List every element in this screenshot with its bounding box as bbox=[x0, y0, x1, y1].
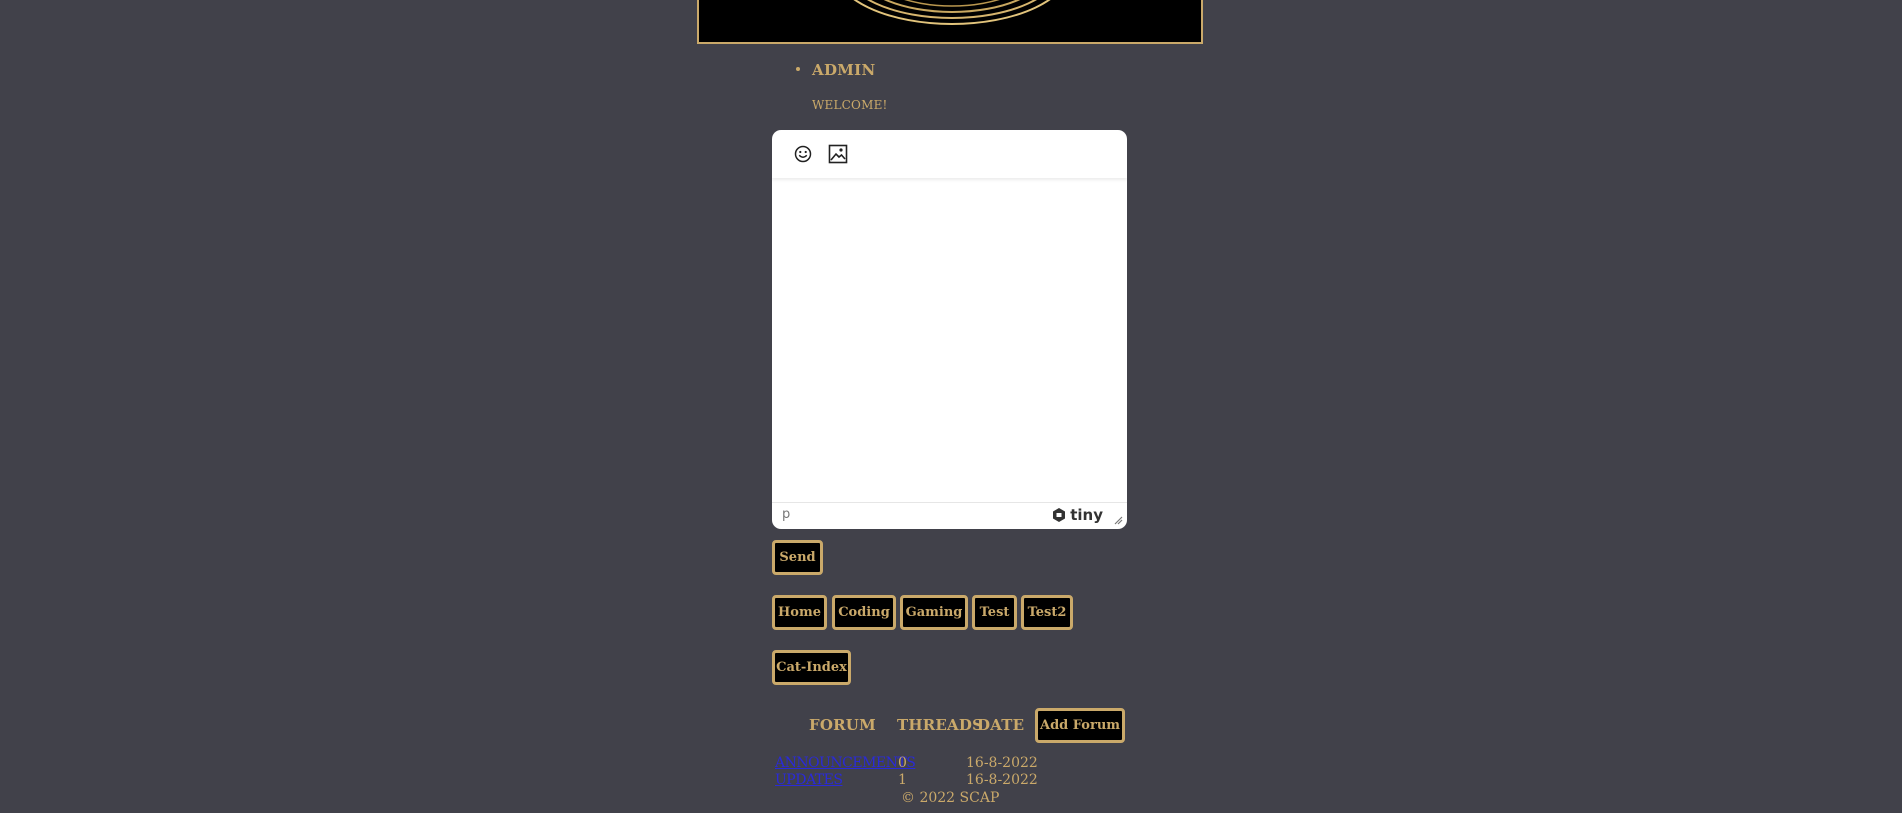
nav-gaming-button[interactable]: Gaming bbox=[900, 595, 968, 630]
forum-link-announcements[interactable]: ANNOUNCEMENTS bbox=[775, 754, 916, 772]
forum-date: 16-8-2022 bbox=[966, 755, 1038, 771]
send-button[interactable]: Send bbox=[772, 540, 823, 575]
date-column-header: DATE bbox=[977, 716, 1025, 734]
nav-test-button[interactable]: Test bbox=[972, 595, 1017, 630]
thread-count: 1 bbox=[898, 772, 907, 788]
forum-link-updates[interactable]: UPDATES bbox=[775, 771, 843, 789]
nav-home-button[interactable]: Home bbox=[772, 595, 827, 630]
nav-coding-button[interactable]: Coding bbox=[832, 595, 896, 630]
page: ADMIN WELCOME! p tiny Send Home Coding G… bbox=[0, 0, 1902, 813]
editor-statusbar: p tiny bbox=[772, 502, 1127, 529]
forum-column-header: FORUM bbox=[809, 716, 876, 734]
image-icon[interactable] bbox=[825, 141, 851, 167]
tiny-logo-icon bbox=[1053, 508, 1066, 522]
emoticon-icon[interactable] bbox=[790, 141, 816, 167]
list-bullet bbox=[796, 67, 800, 71]
cat-index-button[interactable]: Cat-Index bbox=[772, 650, 851, 685]
user-list: ADMIN bbox=[790, 60, 875, 80]
gold-rings-logo bbox=[853, 0, 1051, 25]
forum-date: 16-8-2022 bbox=[966, 772, 1038, 788]
username: ADMIN bbox=[812, 61, 876, 79]
rich-text-editor: p tiny bbox=[772, 130, 1127, 529]
threads-column-header: THREADS bbox=[897, 716, 984, 734]
element-path[interactable]: p bbox=[782, 507, 790, 522]
editor-content-area[interactable] bbox=[772, 180, 1127, 503]
welcome-message: WELCOME! bbox=[812, 98, 888, 112]
tiny-branding[interactable]: tiny bbox=[1051, 506, 1103, 524]
editor-toolbar bbox=[772, 130, 1127, 178]
tiny-brand-label: tiny bbox=[1070, 506, 1103, 524]
header-banner bbox=[697, 0, 1203, 44]
resize-handle-icon[interactable] bbox=[1114, 516, 1123, 525]
thread-count: 0 bbox=[898, 755, 907, 771]
nav-test2-button[interactable]: Test2 bbox=[1021, 595, 1073, 630]
user-item: ADMIN bbox=[790, 60, 875, 80]
add-forum-button[interactable]: Add Forum bbox=[1035, 708, 1125, 743]
footer-copyright: © 2022 SCAP bbox=[901, 790, 1000, 806]
